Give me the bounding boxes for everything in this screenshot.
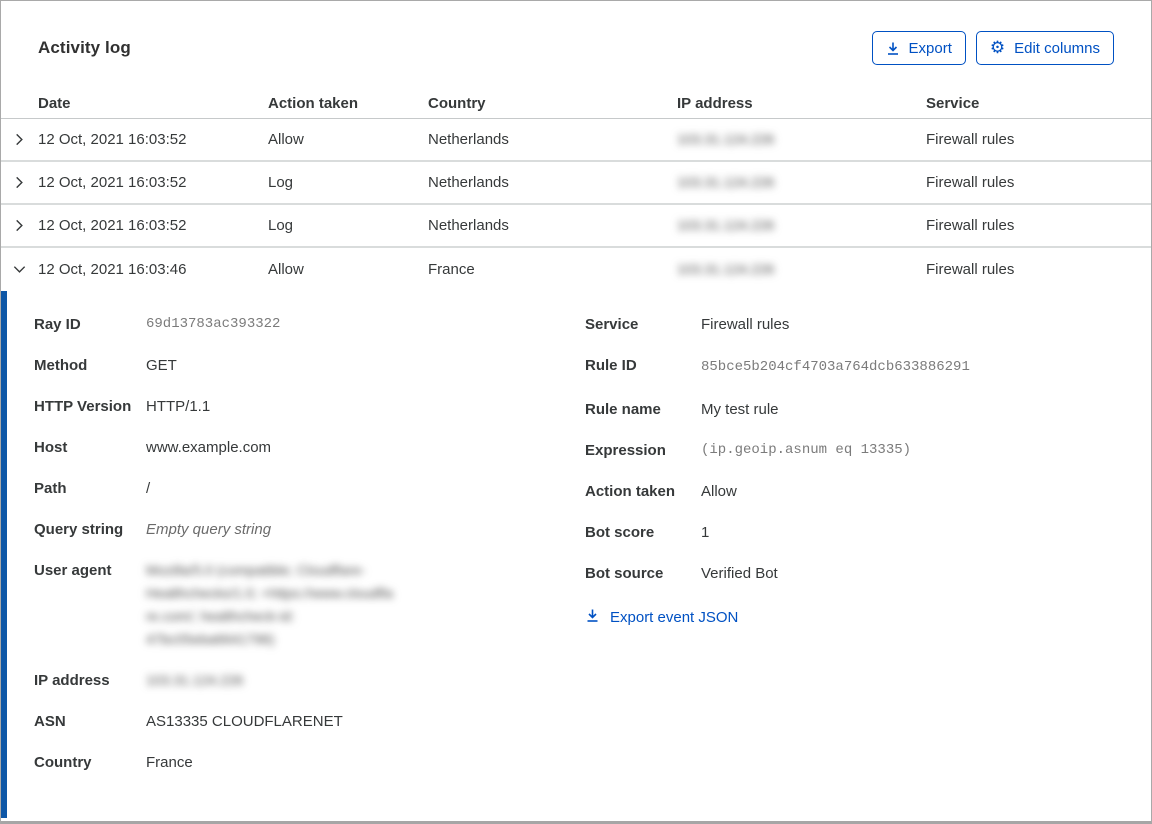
detail-label: Method bbox=[34, 357, 88, 374]
redacted-ip-address: 103.31.124.226 bbox=[677, 261, 775, 277]
detail-value-rule-name: My test rule bbox=[701, 401, 779, 418]
detail-value-rule-id: 85bce5b204cf4703a764dcb633886291 bbox=[701, 359, 970, 375]
expand-chevron-icon[interactable] bbox=[1, 132, 38, 147]
cell-service: Firewall rules bbox=[926, 131, 1015, 148]
activity-log-card: Activity log Export ⚙ Edit columns Date … bbox=[0, 0, 1152, 824]
detail-value-http-version: HTTP/1.1 bbox=[146, 398, 211, 415]
toolbar-actions: Export ⚙ Edit columns bbox=[871, 31, 1114, 65]
detail-label: User agent bbox=[34, 562, 112, 579]
cell-date: 12 Oct, 2021 16:03:52 bbox=[38, 174, 187, 191]
expand-chevron-icon[interactable] bbox=[1, 175, 38, 190]
cell-action-taken: Log bbox=[268, 217, 294, 234]
detail-label: Action taken bbox=[585, 483, 676, 500]
detail-value-path: / bbox=[146, 480, 151, 497]
table-row[interactable]: 12 Oct, 2021 16:03:52 Log Netherlands 10… bbox=[1, 162, 1151, 205]
detail-value-expression: (ip.geoip.asnum eq 13335) bbox=[701, 442, 912, 458]
export-event-json-link[interactable]: Export event JSON bbox=[585, 608, 738, 627]
detail-label: IP address bbox=[34, 672, 110, 689]
redacted-ip-address: 103.31.124.226 bbox=[677, 131, 775, 147]
redacted-ip-address: 103.31.124.226 bbox=[677, 217, 775, 233]
redacted-user-agent-line: 47bc05eba6641796) bbox=[146, 631, 275, 647]
export-button-label: Export bbox=[908, 39, 952, 57]
detail-value-bot-score: 1 bbox=[701, 524, 710, 541]
detail-label: Country bbox=[34, 754, 92, 771]
column-header-ip-address: IP address bbox=[677, 95, 753, 112]
detail-value-ray-id: 69d13783ac393322 bbox=[146, 316, 281, 332]
table-row-expanded[interactable]: 12 Oct, 2021 16:03:46 Allow France 103.3… bbox=[1, 248, 1151, 291]
detail-value-action-taken: Allow bbox=[701, 483, 737, 500]
detail-label: Rule name bbox=[585, 401, 661, 418]
redacted-user-agent-line: re.com/; healthcheck-id: bbox=[146, 608, 295, 624]
cell-country: Netherlands bbox=[428, 217, 509, 234]
detail-label: Bot source bbox=[585, 565, 664, 582]
gear-icon: ⚙ bbox=[989, 37, 1006, 58]
detail-right-column: Service Firewall rules Rule ID 85bce5b204c… bbox=[558, 313, 1151, 628]
detail-value-query-string: Empty query string bbox=[146, 521, 272, 538]
detail-label: Ray ID bbox=[34, 316, 81, 333]
table-header-row: Date Action taken Country IP address Ser… bbox=[1, 89, 1151, 119]
detail-value-country: France bbox=[146, 754, 193, 771]
detail-label: Host bbox=[34, 439, 68, 456]
cell-service: Firewall rules bbox=[926, 217, 1015, 234]
redacted-user-agent-line: Mozilla/5.0 (compatible; Cloudflare- bbox=[146, 562, 366, 578]
topbar: Activity log Export ⚙ Edit columns bbox=[1, 1, 1151, 65]
cell-date: 12 Oct, 2021 16:03:52 bbox=[38, 217, 187, 234]
detail-value-asn: AS13335 CLOUDFLARENET bbox=[146, 713, 343, 730]
cell-date: 12 Oct, 2021 16:03:46 bbox=[38, 261, 187, 278]
download-icon bbox=[886, 41, 900, 56]
detail-label: HTTP Version bbox=[34, 398, 132, 415]
page-title: Activity log bbox=[38, 38, 131, 57]
cell-service: Firewall rules bbox=[926, 174, 1015, 191]
detail-left-column: Ray ID 69d13783ac393322 Method GET HTTP Ve… bbox=[7, 313, 558, 792]
cell-service: Firewall rules bbox=[926, 261, 1015, 278]
detail-value-user-agent: Mozilla/5.0 (compatible; Cloudflare- Hea… bbox=[146, 559, 393, 651]
edit-columns-button-label: Edit columns bbox=[1014, 39, 1100, 57]
column-header-country: Country bbox=[428, 95, 486, 112]
download-icon bbox=[585, 608, 600, 627]
expand-chevron-icon[interactable] bbox=[1, 218, 38, 233]
cell-country: Netherlands bbox=[428, 131, 509, 148]
cell-action-taken: Allow bbox=[268, 131, 304, 148]
edit-columns-button[interactable]: ⚙ Edit columns bbox=[975, 31, 1114, 65]
redacted-user-agent-line: Healthchecks/1.0; +https://www.cloudfla bbox=[146, 585, 394, 601]
table-row[interactable]: 12 Oct, 2021 16:03:52 Log Netherlands 10… bbox=[1, 205, 1151, 248]
collapse-chevron-icon[interactable] bbox=[1, 262, 38, 277]
detail-value-service: Firewall rules bbox=[701, 316, 790, 333]
column-header-service: Service bbox=[926, 95, 980, 112]
cell-country: France bbox=[428, 261, 475, 278]
detail-value-host: www.example.com bbox=[146, 439, 272, 456]
detail-label: Bot score bbox=[585, 524, 655, 541]
export-button[interactable]: Export bbox=[871, 31, 966, 65]
detail-label: Expression bbox=[585, 442, 666, 459]
cell-date: 12 Oct, 2021 16:03:52 bbox=[38, 131, 187, 148]
event-detail-panel: Ray ID 69d13783ac393322 Method GET HTTP Ve… bbox=[1, 291, 1151, 818]
detail-label: ASN bbox=[34, 713, 66, 730]
column-header-action-taken: Action taken bbox=[268, 95, 359, 112]
table-row[interactable]: 12 Oct, 2021 16:03:52 Allow Netherlands … bbox=[1, 119, 1151, 162]
redacted-ip-address: 103.31.124.226 bbox=[677, 174, 775, 190]
detail-value-bot-source: Verified Bot bbox=[701, 565, 778, 582]
export-event-json-label: Export event JSON bbox=[610, 609, 739, 626]
detail-label: Path bbox=[34, 480, 67, 497]
detail-value-method: GET bbox=[146, 357, 177, 374]
cell-action-taken: Log bbox=[268, 174, 294, 191]
detail-label: Rule ID bbox=[585, 357, 637, 374]
cell-country: Netherlands bbox=[428, 174, 509, 191]
detail-label: Service bbox=[585, 316, 639, 333]
detail-label: Query string bbox=[34, 521, 124, 538]
column-header-date: Date bbox=[38, 95, 71, 112]
redacted-ip-address: 103.31.124.226 bbox=[146, 672, 244, 688]
cell-action-taken: Allow bbox=[268, 261, 304, 278]
